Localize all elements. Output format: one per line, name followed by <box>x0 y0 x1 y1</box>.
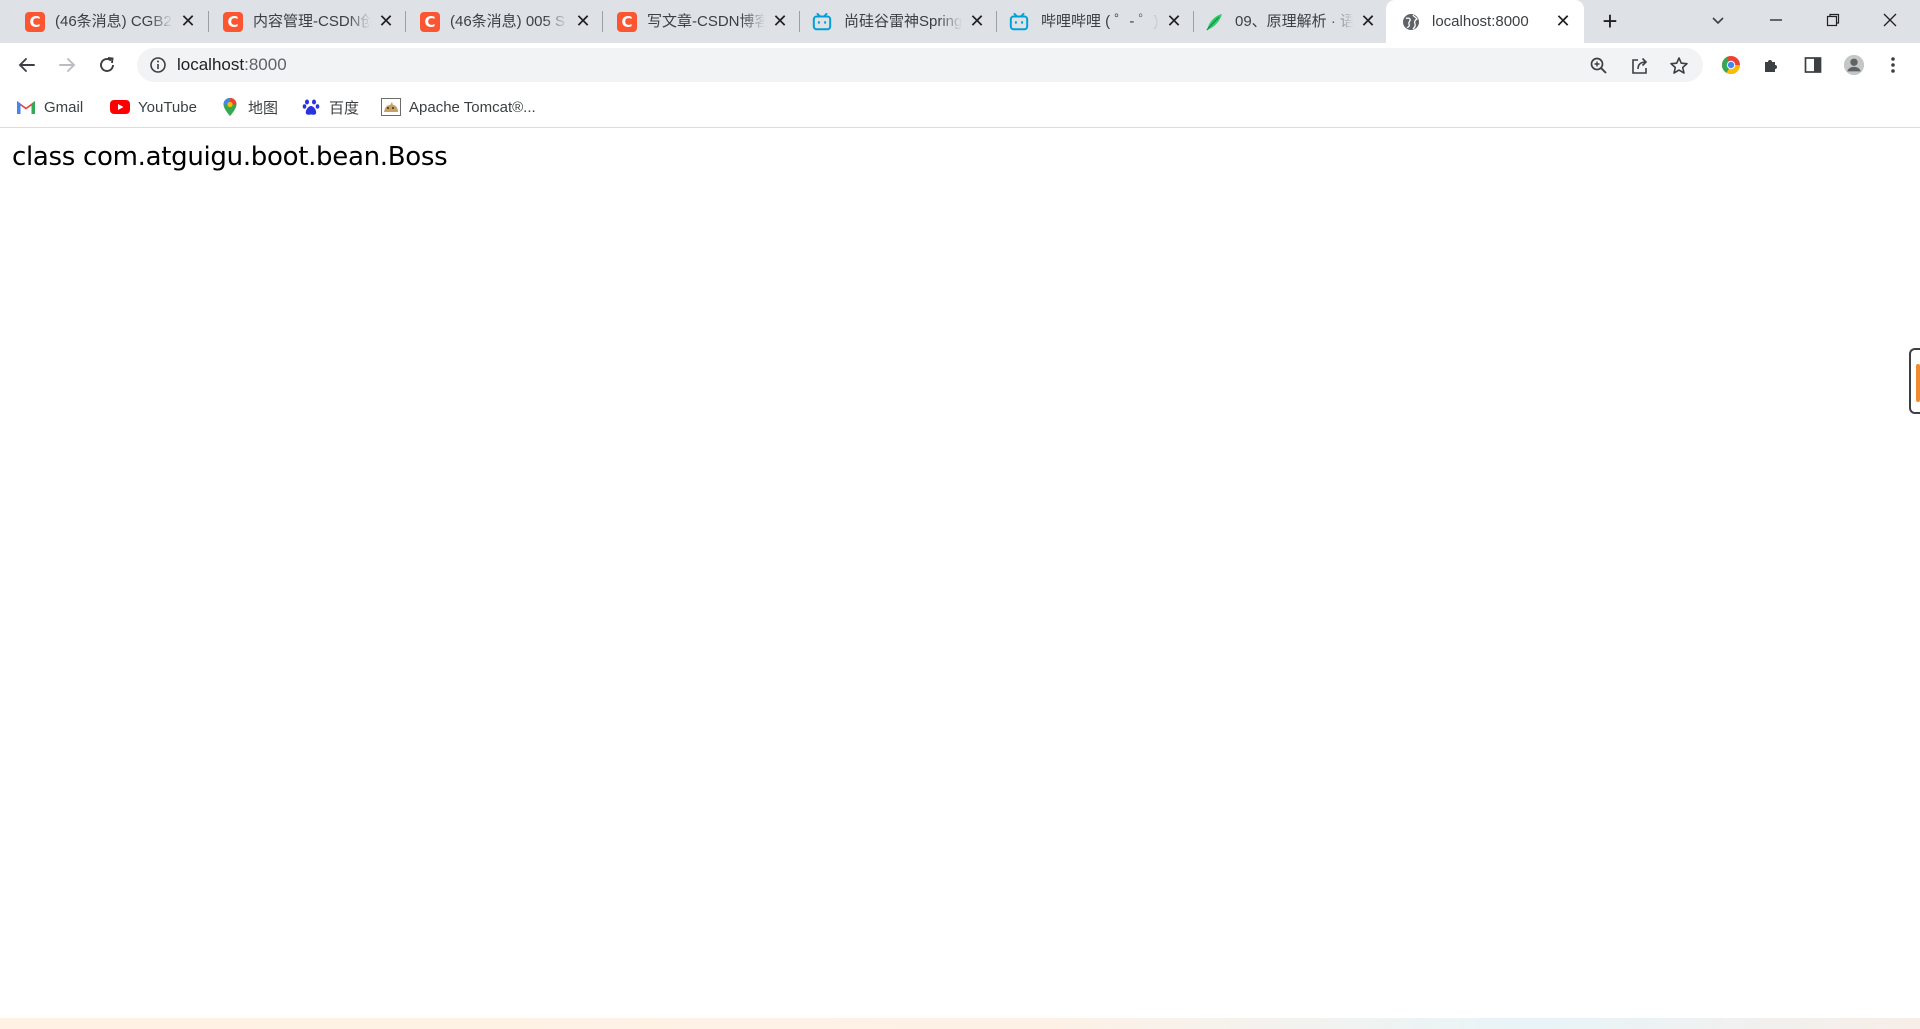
bookmark-label: 百度 <box>329 99 360 117</box>
tab-strip: C (46条消息) CGB2 ✕ C 内容管理-CSDN创 ✕ C (46条消息… <box>0 0 1920 43</box>
tab-bilibili-home[interactable]: 哔哩哔哩 ( ゜- ゜) ✕ <box>996 0 1193 43</box>
maps-icon <box>220 97 240 117</box>
url-port: :8000 <box>244 55 287 74</box>
forward-icon[interactable] <box>51 49 83 81</box>
close-icon[interactable]: ✕ <box>967 11 987 31</box>
url-host: localhost <box>177 55 245 74</box>
bookmark-youtube[interactable]: YouTube <box>110 95 197 119</box>
close-icon[interactable]: ✕ <box>1553 11 1573 31</box>
bookmark-label: YouTube <box>138 98 197 116</box>
close-window-icon[interactable] <box>1862 0 1918 40</box>
close-icon[interactable]: ✕ <box>1358 11 1378 31</box>
minimize-icon[interactable] <box>1748 0 1804 40</box>
csdn-icon: C <box>25 12 45 32</box>
leaf-icon <box>1204 12 1224 32</box>
tab-title: 尚硅谷雷神Spring <box>844 13 962 30</box>
bookmarks-bar: Gmail YouTube 地图 百度 Apache Tomcat®... <box>0 87 1920 128</box>
address-bar[interactable]: localhost:8000 <box>137 48 1703 82</box>
tab-csdn-write[interactable]: C 写文章-CSDN博客 ✕ <box>602 0 799 43</box>
tab-localhost[interactable]: localhost:8000 ✕ <box>1386 0 1584 43</box>
tab-title: 09、原理解析 · 语 <box>1235 13 1353 30</box>
class-name-text: class com.atguigu.boot.bean.Boss <box>12 142 448 172</box>
back-icon[interactable] <box>11 49 43 81</box>
gmail-icon <box>16 97 36 117</box>
baidu-icon <box>301 97 321 117</box>
tab-title: 写文章-CSDN博客 <box>647 13 765 30</box>
side-panel-icon[interactable] <box>1802 54 1824 76</box>
zoom-icon[interactable] <box>1588 55 1610 77</box>
csdn-icon: C <box>420 12 440 32</box>
bottom-status-strip <box>0 1018 1920 1029</box>
csdn-icon: C <box>223 12 243 32</box>
page-content: class com.atguigu.boot.bean.Boss <box>0 128 1920 1018</box>
close-icon[interactable]: ✕ <box>1164 11 1184 31</box>
close-icon[interactable]: ✕ <box>573 11 593 31</box>
tab-title: localhost:8000 <box>1432 13 1529 30</box>
close-icon[interactable]: ✕ <box>178 11 198 31</box>
scroll-handle-fill <box>1916 364 1920 402</box>
browser-toolbar: localhost:8000 <box>0 43 1920 87</box>
youtube-icon <box>110 97 130 117</box>
bookmark-maps[interactable]: 地图 <box>220 95 278 119</box>
url-text[interactable]: localhost:8000 <box>177 48 287 82</box>
tab-yuque-principle[interactable]: 09、原理解析 · 语 ✕ <box>1193 0 1386 43</box>
bookmark-label: Gmail <box>44 98 84 116</box>
bookmark-label: 地图 <box>248 99 279 117</box>
tab-csdn-content[interactable]: C 内容管理-CSDN创 ✕ <box>208 0 405 43</box>
tab-title: 哔哩哔哩 ( ゜- ゜) <box>1041 13 1159 30</box>
tab-csdn-cgb[interactable]: C (46条消息) CGB2 ✕ <box>0 0 208 43</box>
tab-title: (46条消息) CGB2 <box>55 13 172 30</box>
side-scroll-handle[interactable] <box>1909 348 1920 414</box>
profile-avatar-icon[interactable] <box>1843 54 1865 76</box>
bilibili-icon <box>1009 12 1029 32</box>
tab-csdn-005[interactable]: C (46条消息) 005 S ✕ <box>405 0 602 43</box>
close-icon[interactable]: ✕ <box>376 11 396 31</box>
close-icon[interactable]: ✕ <box>770 11 790 31</box>
new-tab-icon[interactable]: + <box>1596 8 1624 36</box>
bookmark-tomcat[interactable]: Apache Tomcat®... <box>381 95 536 119</box>
tab-title: 内容管理-CSDN创 <box>253 13 371 30</box>
reload-icon[interactable] <box>91 49 123 81</box>
chrome-extension-icon[interactable] <box>1720 54 1742 76</box>
tomcat-icon <box>381 97 401 117</box>
csdn-icon: C <box>617 12 637 32</box>
tab-title: (46条消息) 005 S <box>450 13 566 30</box>
globe-icon <box>1401 12 1421 32</box>
extensions-puzzle-icon[interactable] <box>1761 54 1783 76</box>
bookmark-baidu[interactable]: 百度 <box>301 95 359 119</box>
tab-search-chevron-icon[interactable] <box>1690 0 1746 40</box>
info-icon[interactable] <box>149 56 167 74</box>
bookmark-gmail[interactable]: Gmail <box>16 95 83 119</box>
restore-icon[interactable] <box>1805 0 1861 40</box>
tab-bilibili-spring[interactable]: 尚硅谷雷神Spring ✕ <box>799 0 996 43</box>
bookmark-star-icon[interactable] <box>1668 55 1690 77</box>
bookmark-label: Apache Tomcat®... <box>409 98 536 116</box>
menu-kebab-icon[interactable] <box>1882 54 1904 76</box>
share-icon[interactable] <box>1629 55 1651 77</box>
bilibili-icon <box>812 12 832 32</box>
